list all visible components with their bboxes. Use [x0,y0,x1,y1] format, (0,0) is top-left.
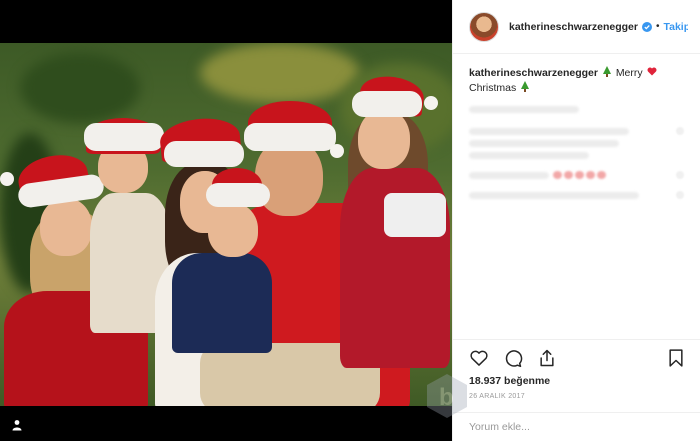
separator-dot: • [655,21,660,32]
comment-like-icon[interactable] [676,171,684,179]
add-comment-bar [453,412,700,441]
red-heart-emoji [647,67,657,76]
follow-button[interactable]: Takip E [663,21,688,33]
header-username[interactable]: katherineschwarzenegger [509,21,638,33]
svg-text:b: b [439,384,454,411]
blurred-comment [469,171,684,179]
comment-like-icon[interactable] [676,127,684,135]
share-button[interactable] [537,348,557,368]
post-date[interactable]: 26 ARALIK 2017 [469,393,525,400]
comments-section: katherineschwarzenegger Merry Christmas [453,54,700,340]
caption-username[interactable]: katherineschwarzenegger [469,67,598,79]
watermark-logo-icon: b [427,374,467,418]
save-button[interactable] [666,348,686,368]
caption-text-part-1: Merry [615,67,643,79]
blurred-comment [469,106,684,113]
user-tag-icon [12,420,22,431]
post-header: katherineschwarzenegger • Takip E [453,0,700,54]
likes-count[interactable]: 18.937 beğenme [469,375,550,387]
comment-like-icon[interactable] [676,191,684,199]
like-button[interactable] [469,348,489,368]
comment-input[interactable] [469,421,669,433]
blurred-comment [469,127,684,135]
comment-button[interactable] [503,348,523,368]
media-panel [0,0,452,441]
caption-text-part-2: Christmas [469,82,517,94]
foliage [20,53,140,123]
share-icon [540,349,554,367]
christmas-tree-emoji [602,66,611,77]
comment-icon [505,350,523,368]
post-sidebar: katherineschwarzenegger • Takip E kather… [452,0,700,441]
foliage [200,43,360,103]
heart-icon [470,350,488,366]
blurred-comment [469,140,684,147]
christmas-tree-emoji [521,81,530,92]
post-photo[interactable] [0,43,452,406]
action-bar [469,346,686,370]
verified-badge-icon [641,21,652,32]
blurred-comment [469,191,684,199]
avatar[interactable] [469,11,499,42]
blurred-comment [469,152,684,159]
user-tag-button[interactable] [8,416,26,434]
caption: katherineschwarzenegger Merry Christmas [469,66,684,96]
bookmark-icon [669,349,683,367]
